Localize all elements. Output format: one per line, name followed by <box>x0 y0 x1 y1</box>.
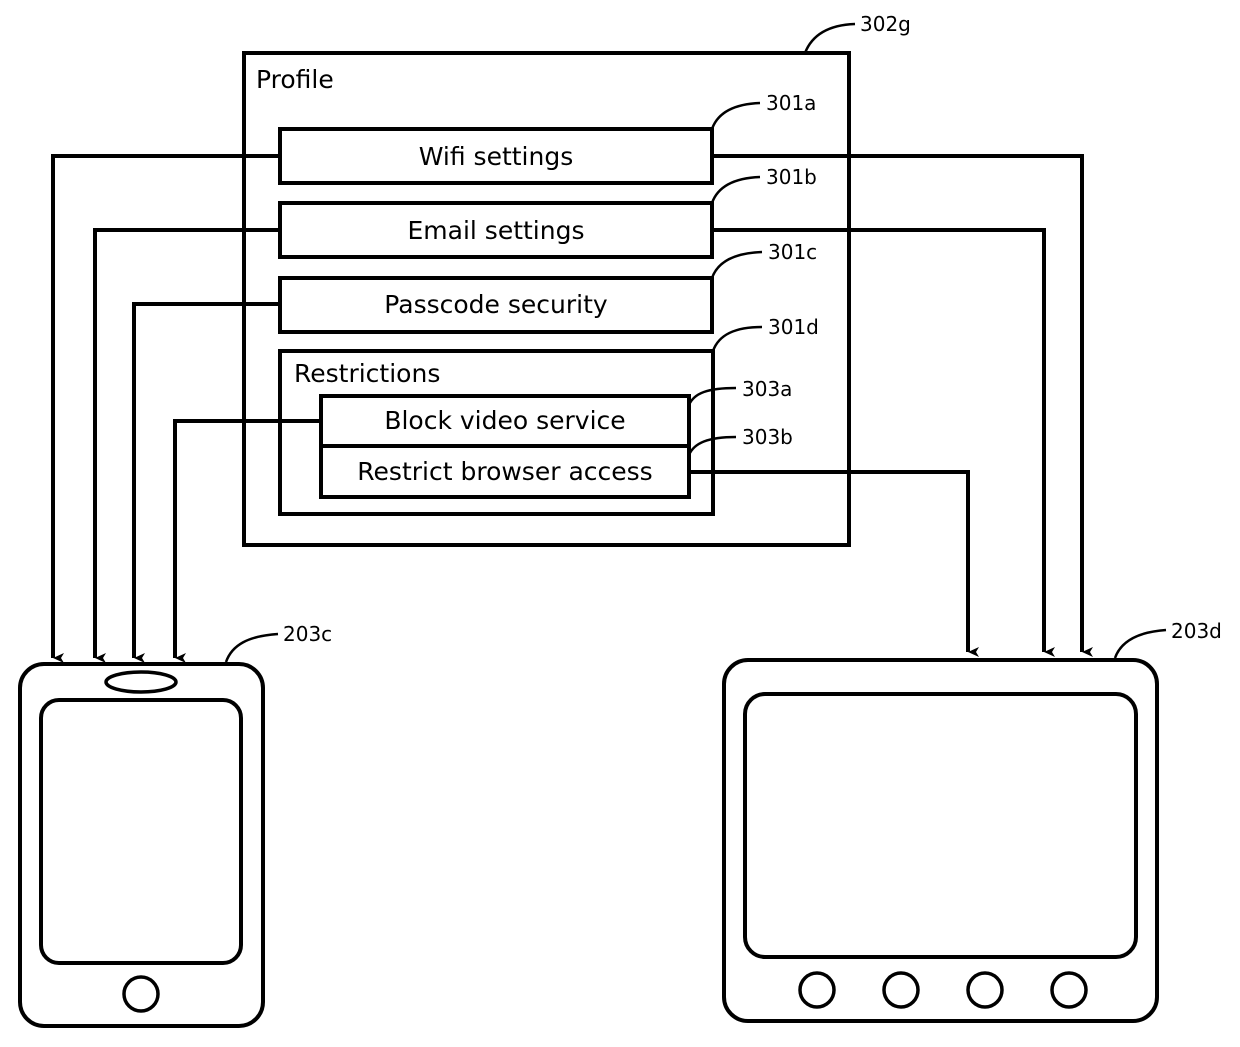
phone-body <box>18 662 265 1028</box>
connector-passcode-to-phone <box>132 302 280 663</box>
profile-title: Profile <box>256 65 334 94</box>
tablet-button-2-icon <box>882 971 920 1009</box>
passcode-security-label: Passcode security <box>384 290 608 319</box>
phone-device: 203c <box>18 622 332 1028</box>
restrictions-ref: 301d <box>768 315 819 339</box>
tablet-button-3-icon <box>966 971 1004 1009</box>
phone-speaker-icon <box>104 670 178 694</box>
connector-browser-to-tablet <box>689 470 979 657</box>
tablet-device: 203d <box>722 619 1222 1023</box>
phone-home-button-icon <box>122 975 160 1013</box>
block-video-service-label: Block video service <box>384 406 625 435</box>
tablet-button-4-icon <box>1050 971 1088 1009</box>
tablet-button-1-icon <box>798 971 836 1009</box>
tablet-ref: 203d <box>1171 619 1222 643</box>
restrict-browser-access-ref: 303b <box>742 425 793 449</box>
tablet-body <box>722 658 1159 1023</box>
passcode-security-ref: 301c <box>768 240 817 264</box>
diagram-canvas: Profile 302g Wifi settings 301a Email se… <box>18 12 1222 1028</box>
email-settings-label: Email settings <box>407 216 584 245</box>
email-settings-box: Email settings 301b <box>278 165 817 259</box>
block-video-service-ref: 303a <box>742 377 792 401</box>
restrict-browser-access-box: Restrict browser access 303b <box>319 425 793 499</box>
phone-ref: 203c <box>283 622 332 646</box>
passcode-security-box: Passcode security 301c <box>278 240 817 334</box>
tablet-screen <box>743 692 1138 959</box>
restrict-browser-access-label: Restrict browser access <box>357 457 652 486</box>
email-settings-ref: 301b <box>766 165 817 189</box>
phone-screen <box>39 698 243 965</box>
wifi-settings-label: Wifi settings <box>419 142 574 171</box>
wifi-settings-box: Wifi settings 301a <box>278 91 816 185</box>
profile-ref: 302g <box>860 12 911 36</box>
restrictions-title: Restrictions <box>294 359 440 388</box>
wifi-settings-ref: 301a <box>766 91 816 115</box>
connector-email-to-phone <box>93 228 280 663</box>
